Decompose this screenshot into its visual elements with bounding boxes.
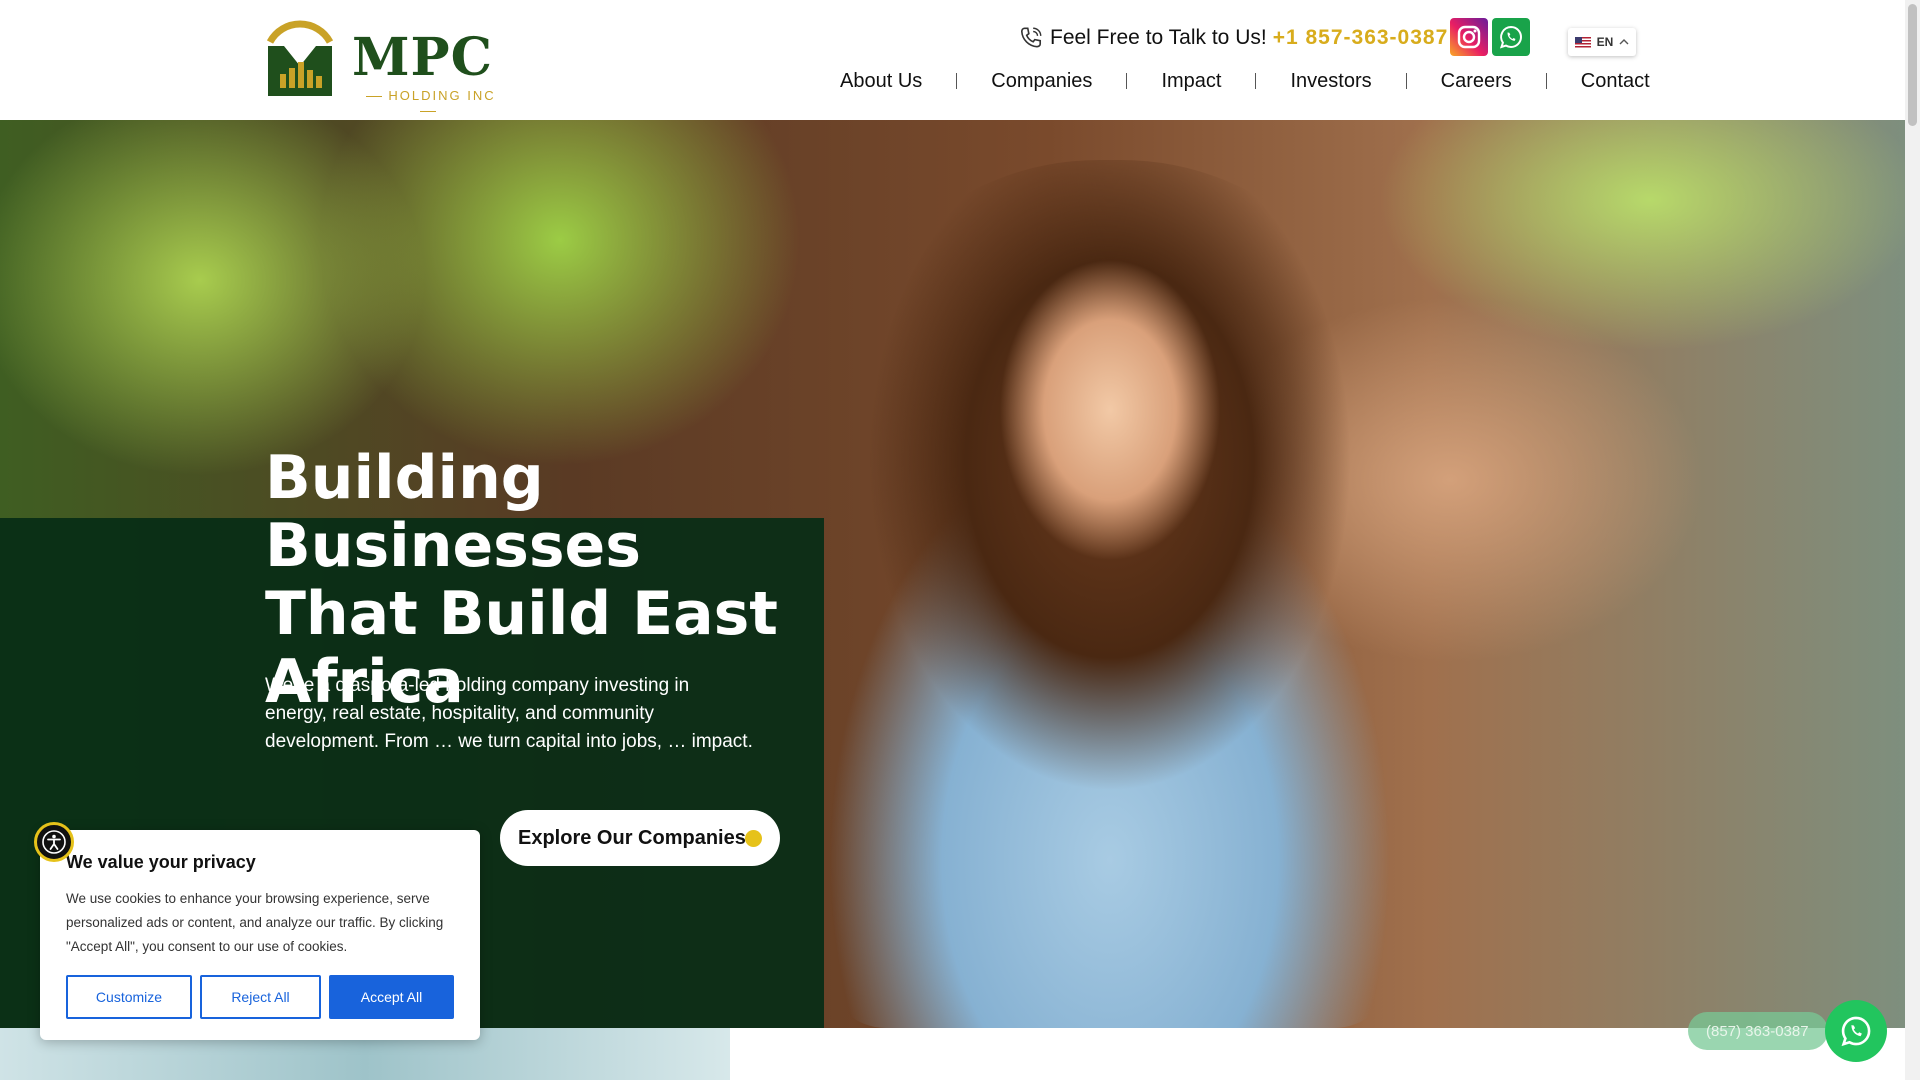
main-nav: About Us Companies Impact Investors Care…	[840, 66, 1650, 96]
instagram-icon	[1457, 25, 1481, 49]
whatsapp-float-icon	[1841, 1016, 1871, 1047]
hero-background-image	[830, 160, 1390, 1028]
logo-subtitle: HOLDING INC	[354, 88, 502, 118]
whatsapp-button[interactable]	[1492, 18, 1530, 56]
cookie-text: We use cookies to enhance your browsing …	[66, 891, 444, 954]
accept-all-button[interactable]: Accept All	[329, 975, 454, 1019]
language-label: EN	[1596, 35, 1614, 49]
nav-about-us[interactable]: About Us	[840, 70, 922, 93]
logo[interactable]: MPC HOLDING INC	[262, 16, 502, 108]
contact-phone-link[interactable]: +1 857-363-0387	[1273, 26, 1449, 50]
nav-careers[interactable]: Careers	[1441, 70, 1512, 93]
logo-name: MPC	[352, 27, 494, 88]
cookie-title: We value your privacy	[66, 852, 256, 872]
flag-us-icon	[1574, 36, 1591, 48]
nav-divider	[1255, 73, 1257, 89]
chevron-up-icon	[1619, 39, 1629, 45]
explore-companies-button[interactable]: Explore Our Companies	[500, 810, 780, 866]
customize-button[interactable]: Customize	[66, 975, 192, 1019]
nav-divider	[1126, 73, 1128, 89]
nav-impact[interactable]: Impact	[1161, 70, 1221, 93]
nav-companies[interactable]: Companies	[991, 70, 1092, 93]
phone-icon	[1020, 27, 1042, 48]
nav-divider	[956, 73, 958, 89]
language-selector[interactable]: EN	[1568, 28, 1636, 56]
nav-contact[interactable]: Contact	[1581, 70, 1650, 93]
explore-companies-label: Explore Our Companies	[518, 826, 746, 849]
instagram-button[interactable]	[1450, 18, 1488, 56]
cookie-buttons: Customize Reject All Accept All	[66, 975, 454, 1019]
contact-line: Feel Free to Talk to Us! +1 857-363-0387	[1018, 22, 1448, 54]
contact-text: Feel Free to Talk to Us!	[1050, 26, 1267, 49]
logo-mark-icon	[266, 20, 334, 96]
nav-divider	[1405, 73, 1407, 89]
whatsapp-float-phone[interactable]: (857) 363-0387	[1688, 1012, 1828, 1050]
nav-investors[interactable]: Investors	[1290, 70, 1371, 93]
scrollbar-thumb[interactable]	[1908, 4, 1917, 126]
site-header: MPC HOLDING INC Feel Free to Talk to Us!…	[0, 0, 1905, 120]
hero-subtitle: We’re a diaspora-led holding company inv…	[265, 675, 753, 752]
accessibility-icon	[42, 830, 66, 854]
nav-divider	[1545, 73, 1547, 89]
page-scrollbar[interactable]	[1905, 0, 1920, 1080]
whatsapp-icon	[1499, 25, 1522, 49]
cookie-banner: We value your privacy We use cookies to …	[40, 830, 480, 1040]
cta-dot-icon	[745, 830, 762, 847]
reject-all-button[interactable]: Reject All	[200, 975, 321, 1019]
accessibility-button[interactable]	[34, 822, 74, 862]
whatsapp-float-button[interactable]	[1825, 1000, 1887, 1062]
